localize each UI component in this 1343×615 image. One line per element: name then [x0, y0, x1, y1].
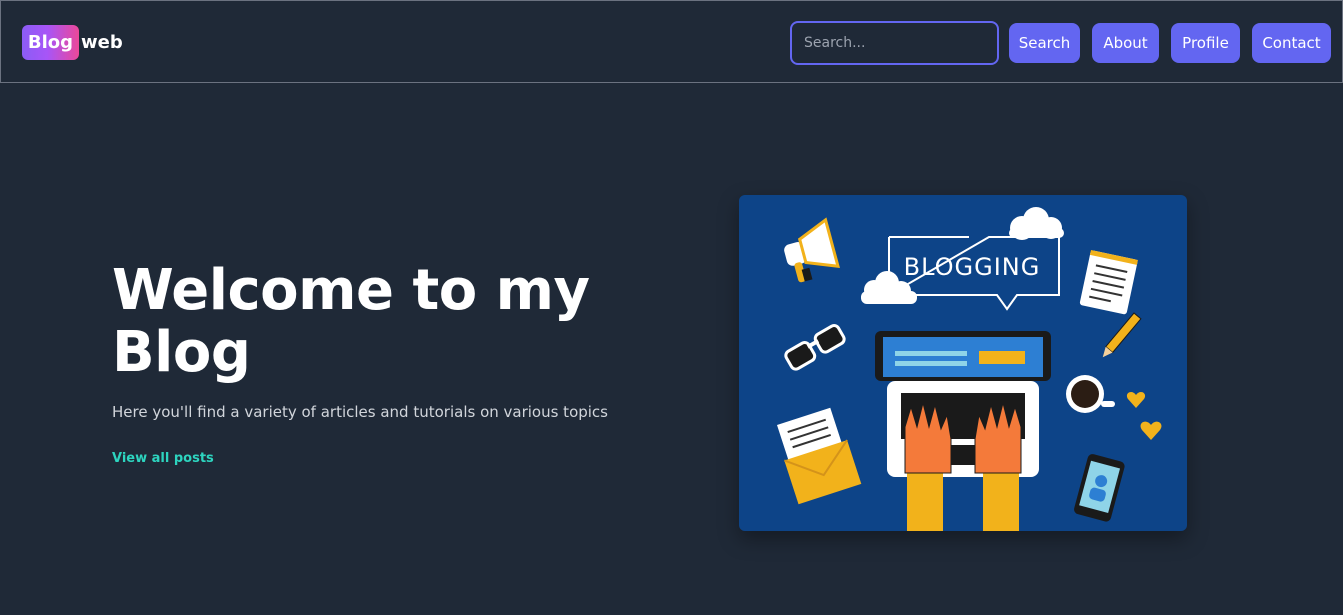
view-all-posts-link[interactable]: View all posts — [112, 451, 214, 466]
hero-title: Welcome to my Blog — [112, 258, 590, 385]
logo-text: web — [81, 32, 123, 53]
illustration-label: BLOGGING — [904, 253, 1041, 281]
logo-badge: Blog — [22, 25, 79, 60]
logo[interactable]: Blog web — [22, 25, 123, 60]
about-button[interactable]: About — [1092, 23, 1159, 63]
search-button[interactable]: Search — [1009, 23, 1080, 63]
contact-button[interactable]: Contact — [1252, 23, 1331, 63]
navbar: Blog web Search About Profile Contact — [0, 0, 1343, 83]
blogging-illustration: BLOGGING — [739, 195, 1187, 531]
laptop-icon — [875, 331, 1051, 477]
profile-button[interactable]: Profile — [1171, 23, 1240, 63]
search-input[interactable] — [790, 21, 999, 65]
hero-subtitle: Here you'll find a variety of articles a… — [112, 403, 608, 421]
